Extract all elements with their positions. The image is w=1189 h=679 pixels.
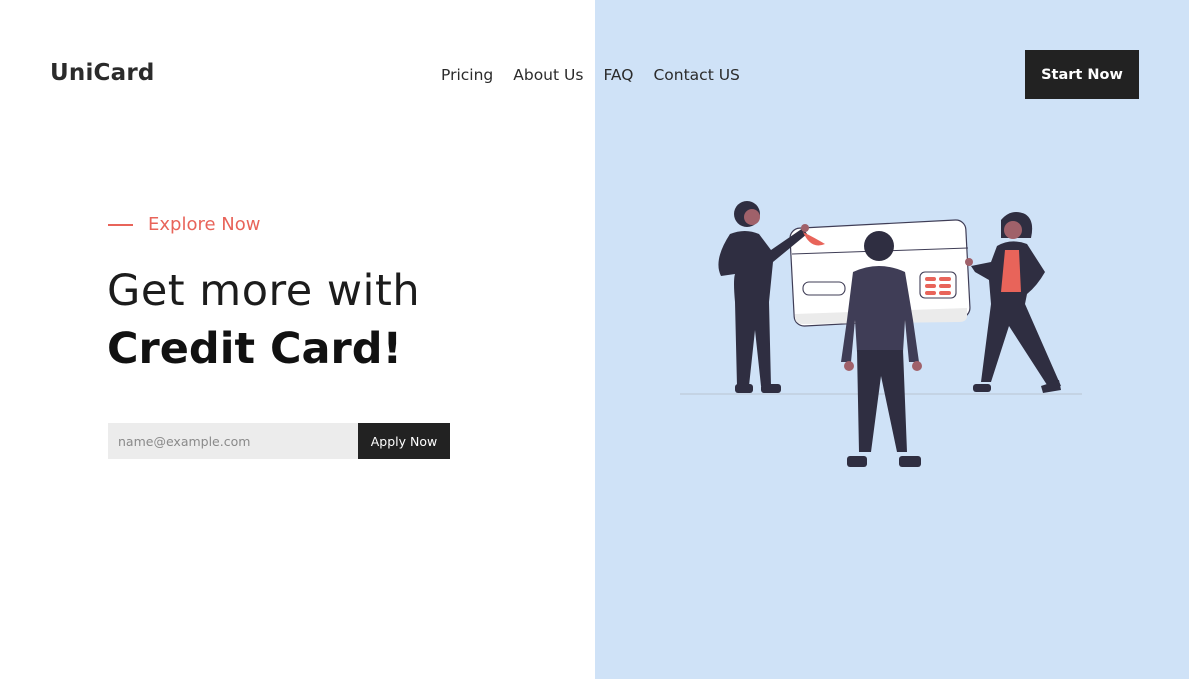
nav-link-faq[interactable]: FAQ (603, 66, 633, 84)
apply-now-button[interactable]: Apply Now (358, 423, 450, 459)
explore-now-link[interactable]: Explore Now (108, 214, 260, 235)
main-nav: Pricing About Us FAQ Contact US (441, 66, 740, 84)
email-input[interactable] (108, 423, 358, 459)
brand-logo[interactable]: UniCard (50, 60, 155, 86)
apply-form: Apply Now (108, 423, 450, 459)
nav-link-contact-us[interactable]: Contact US (653, 66, 739, 84)
hero-headline-line-2: Credit Card! (107, 324, 403, 374)
nav-link-pricing[interactable]: Pricing (441, 66, 493, 84)
landing-page: UniCard Pricing About Us FAQ Contact US … (0, 0, 1189, 679)
people-with-credit-card-illustration-icon (680, 201, 1082, 467)
start-now-button[interactable]: Start Now (1025, 50, 1139, 99)
hero-headline-line-1: Get more with (107, 266, 421, 316)
explore-now-label: Explore Now (148, 214, 261, 235)
nav-link-about-us[interactable]: About Us (513, 66, 583, 84)
person-right-graphic (965, 212, 1061, 393)
accent-line (108, 223, 133, 226)
